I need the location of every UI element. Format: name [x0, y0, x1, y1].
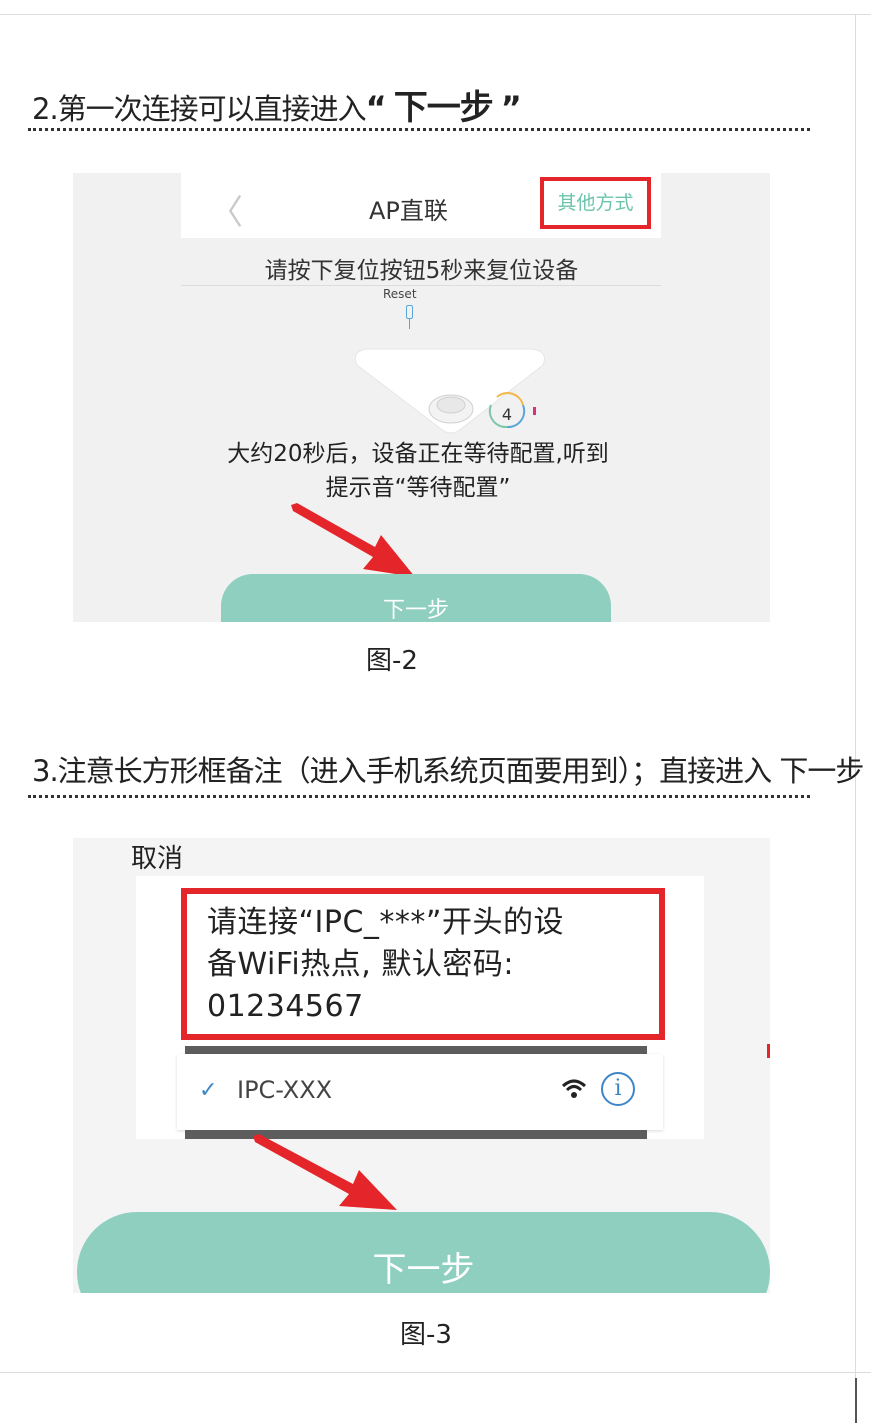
nav-bar: 〈 AP直联 其他方式 [181, 173, 661, 238]
open-quote: “ [365, 89, 387, 127]
wifi-note-box: 请连接“IPC_***”开头的设 备WiFi热点, 默认密码: 01234567 [181, 888, 665, 1040]
figure2-caption: 图-2 [366, 646, 418, 676]
reset-button-icon [406, 305, 413, 319]
wait-line-1: 大约20秒后，设备正在等待配置,听到 [227, 441, 609, 467]
reset-instruction: 请按下复位按钮5秒来复位设备 [264, 258, 579, 284]
note-line-2: 备WiFi热点, 默认密码: [207, 947, 514, 982]
countdown-number: 4 [502, 405, 512, 424]
info-icon[interactable]: i [601, 1072, 635, 1106]
step2-heading: 2.第一次连接可以直接进入“ 下一步” [32, 80, 522, 129]
dotted-divider [28, 128, 810, 131]
reset-line [409, 319, 410, 329]
dotted-divider [28, 795, 810, 798]
note-line-3: 01234567 [207, 989, 364, 1024]
checkmark-icon: ✓ [199, 1078, 218, 1103]
red-marker [767, 1044, 770, 1058]
other-methods-button[interactable]: 其他方式 [540, 177, 651, 229]
top-rule [0, 14, 871, 15]
wait-instruction: 大约20秒后，设备正在等待配置,听到 提示音“等待配置” [113, 437, 723, 505]
next-step-button[interactable]: 下一步 [77, 1212, 770, 1293]
divider [181, 285, 661, 286]
wifi-network-row[interactable]: ✓ IPC-XXX i [177, 1054, 663, 1130]
reset-label: Reset [383, 287, 417, 301]
wifi-ssid: IPC-XXX [237, 1076, 333, 1104]
countdown-ring-icon: 4 [488, 392, 536, 429]
back-chevron-icon[interactable]: 〈 [209, 185, 243, 234]
right-rule [855, 14, 856, 1423]
wifi-icon [561, 1079, 587, 1098]
nav-title: AP直联 [369, 197, 448, 225]
close-quote: ” [500, 89, 522, 127]
bottom-rule [0, 1372, 871, 1373]
wait-line-2: 提示音“等待配置” [325, 475, 511, 501]
step2-heading-text: 2.第一次连接可以直接进入 [32, 92, 367, 126]
figure2-screenshot: 〈 AP直联 其他方式 请按下复位按钮5秒来复位设备 Reset 4 大约20秒… [73, 173, 770, 622]
cancel-button[interactable]: 取消 [131, 838, 183, 875]
right-rule-accent [855, 1378, 857, 1423]
red-arrow-icon [291, 503, 415, 577]
figure3-caption: 图-3 [400, 1320, 452, 1350]
step2-emphasis: 下一步 [393, 88, 494, 128]
figure3-screenshot: 取消 请连接“IPC_***”开头的设 备WiFi热点, 默认密码: 01234… [73, 838, 770, 1293]
next-step-button[interactable]: 下一步 [221, 574, 611, 622]
note-line-1: 请连接“IPC_***”开头的设 [207, 905, 564, 940]
red-arrow-icon [253, 1134, 397, 1210]
step3-heading: 3.注意长方形框备注（进入手机系统页面要用到）；直接进入 下一步 [32, 754, 864, 788]
